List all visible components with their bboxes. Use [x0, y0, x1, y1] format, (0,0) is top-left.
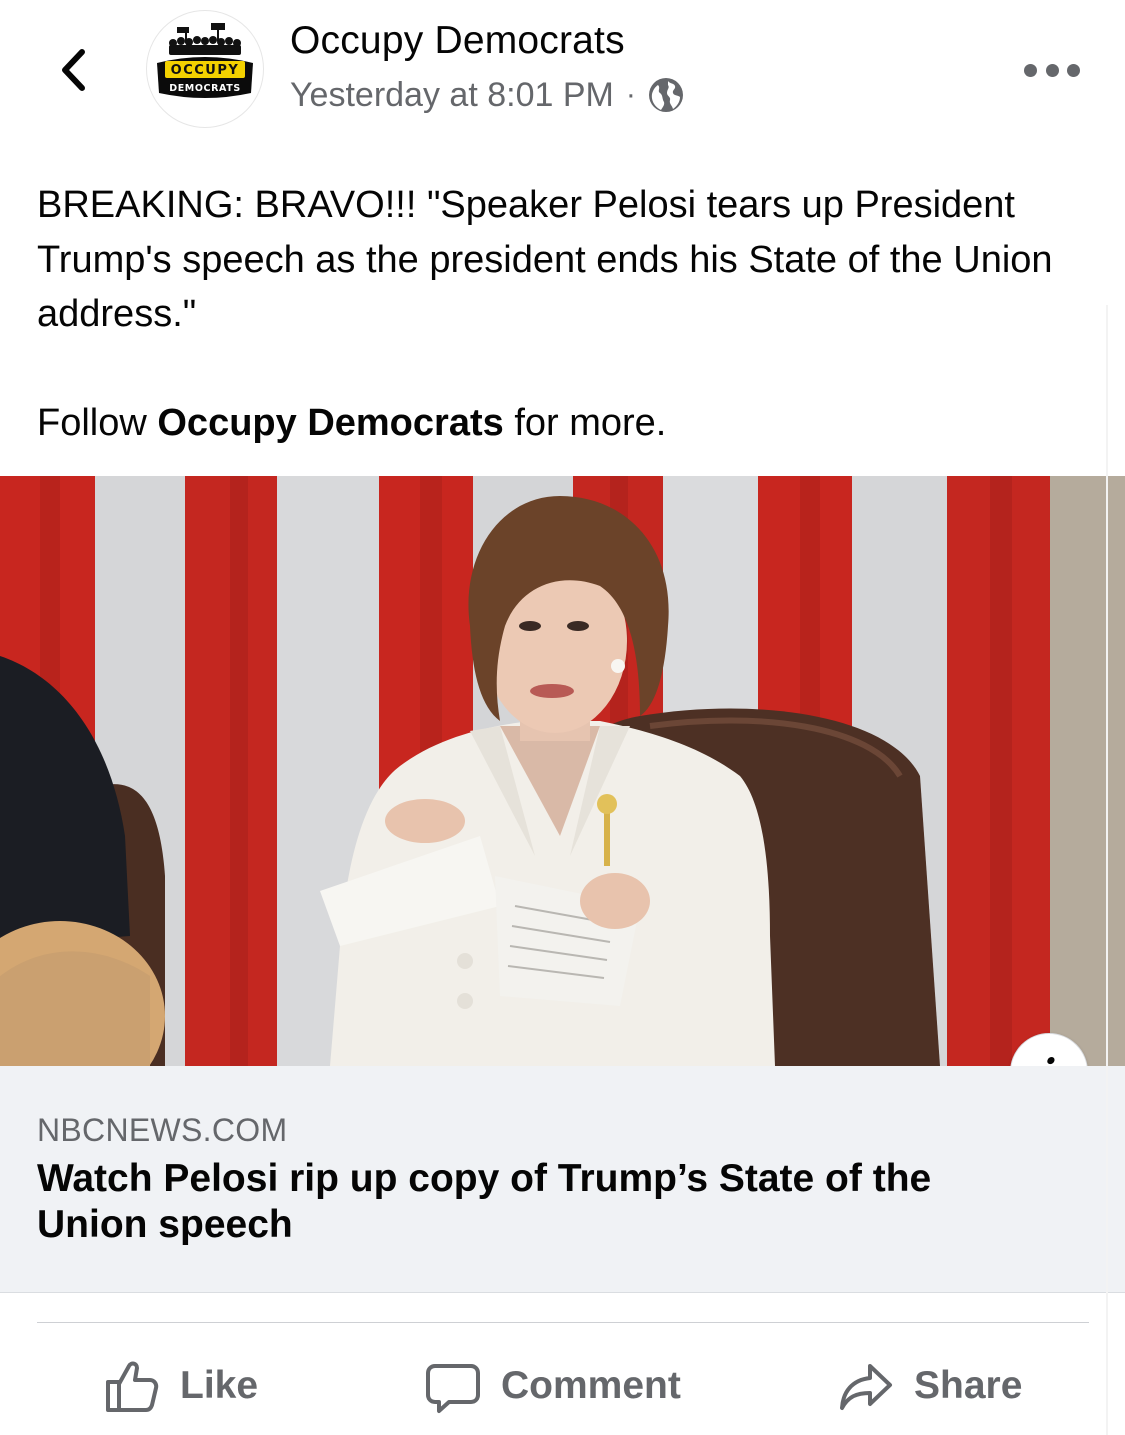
actions-divider	[37, 1322, 1089, 1323]
comment-button[interactable]: Comment	[425, 1355, 681, 1417]
follow-suffix: for more.	[514, 401, 667, 444]
link-title: Watch Pelosi rip up copy of Trump’s Stat…	[37, 1157, 932, 1246]
back-button[interactable]	[48, 40, 98, 100]
link-preview-card[interactable]: NBCNEWS.COM Watch Pelosi rip up copy of …	[0, 1066, 1125, 1293]
chevron-left-icon	[62, 49, 85, 91]
page-name-link[interactable]: Occupy Democrats	[290, 19, 625, 63]
meta-separator: ·	[625, 78, 636, 111]
like-button[interactable]: Like	[104, 1355, 258, 1417]
comment-label: Comment	[501, 1364, 681, 1407]
thumbs-up-icon	[106, 1361, 159, 1412]
page-avatar[interactable]: OCCUPY DEMOCRATS	[146, 10, 264, 128]
share-button[interactable]: Share	[838, 1355, 1022, 1417]
link-domain: NBCNEWS.COM	[37, 1112, 288, 1148]
more-options-button[interactable]	[1024, 56, 1080, 84]
follow-page-link[interactable]: Occupy Democrats	[157, 402, 503, 444]
more-horizontal-icon	[1024, 63, 1037, 77]
post-follow-line: Follow Occupy Democrats for more.	[37, 396, 1087, 451]
photo-illustration	[0, 476, 1125, 1066]
comment-bubble-icon	[426, 1364, 480, 1413]
post-body: BREAKING: BRAVO!!! "Speaker Pelosi tears…	[37, 184, 1053, 335]
post-text: BREAKING: BRAVO!!! "Speaker Pelosi tears…	[37, 178, 1087, 450]
post-meta: Yesterday at 8:01 PM ·	[290, 72, 684, 118]
scroll-edge	[1106, 305, 1108, 1435]
logo-text-occupy: OCCUPY	[171, 63, 240, 78]
occupy-democrats-logo: OCCUPY DEMOCRATS	[157, 23, 253, 98]
like-label: Like	[180, 1364, 259, 1407]
share-arrow-icon	[840, 1364, 892, 1410]
follow-prefix: Follow	[37, 401, 147, 444]
post-photo[interactable]	[0, 476, 1125, 1066]
post-timestamp[interactable]: Yesterday at 8:01 PM	[290, 76, 614, 115]
globe-icon	[648, 78, 683, 112]
logo-text-democrats: DEMOCRATS	[169, 83, 241, 94]
share-label: Share	[914, 1364, 1023, 1407]
